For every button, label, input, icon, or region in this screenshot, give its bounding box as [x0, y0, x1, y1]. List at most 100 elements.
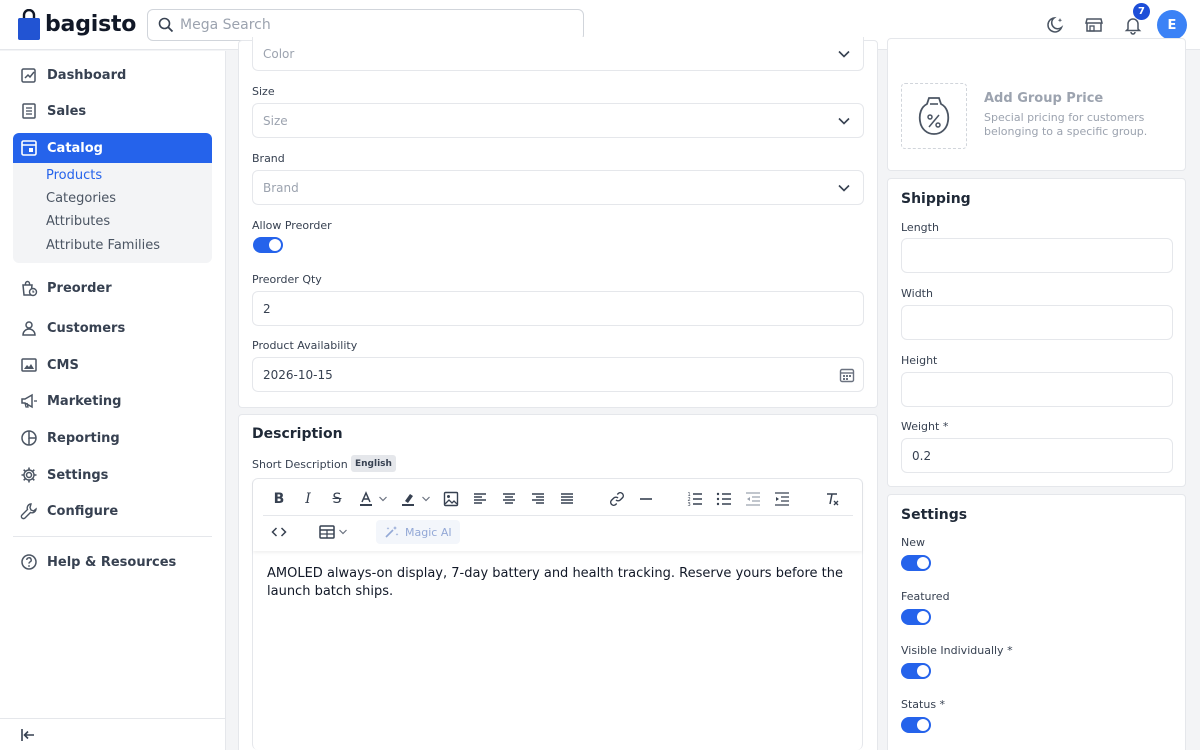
preorder-qty-input[interactable]: 2: [252, 291, 864, 326]
sidebar-item-customers[interactable]: Customers: [13, 313, 212, 343]
weight-input[interactable]: 0.2: [901, 438, 1173, 473]
text-color-icon[interactable]: [357, 490, 375, 508]
settings-icon: [19, 465, 39, 485]
short-description-content[interactable]: AMOLED always-on display, 7-day battery …: [267, 565, 853, 601]
sidebar-subitem-attribute-families[interactable]: Attribute Families: [46, 238, 160, 253]
user-avatar[interactable]: E: [1157, 10, 1187, 40]
sidebar-item-label: Dashboard: [47, 67, 127, 83]
magic-ai-button[interactable]: Magic AI: [376, 520, 460, 544]
align-right-icon[interactable]: [529, 490, 547, 508]
italic-icon[interactable]: I: [299, 490, 317, 508]
align-justify-icon[interactable]: [558, 490, 576, 508]
length-input[interactable]: [901, 238, 1173, 273]
align-center-icon[interactable]: [500, 490, 518, 508]
visible-individually-toggle[interactable]: [901, 663, 931, 679]
dark-mode-icon[interactable]: [1046, 15, 1066, 35]
indent-icon[interactable]: [773, 490, 791, 508]
product-attributes-card: [238, 40, 878, 408]
horizontal-rule-icon[interactable]: [637, 490, 655, 508]
sidebar-item-label: Help & Resources: [47, 554, 177, 570]
search-input[interactable]: [180, 17, 560, 33]
marketing-icon: [19, 391, 39, 411]
shopping-bag-icon: [18, 8, 40, 40]
chevron-down-icon[interactable]: [420, 490, 432, 508]
height-input[interactable]: [901, 372, 1173, 407]
strikethrough-icon[interactable]: S: [328, 490, 346, 508]
allow-preorder-toggle[interactable]: [253, 237, 283, 253]
sidebar-item-marketing[interactable]: Marketing: [13, 386, 212, 416]
magic-wand-icon: [385, 526, 399, 538]
magic-ai-label: Magic AI: [405, 525, 452, 539]
sidebar-subitem-attributes[interactable]: Attributes: [46, 214, 110, 229]
clear-formatting-icon[interactable]: [823, 490, 841, 508]
logo[interactable]: bagisto: [17, 8, 145, 41]
sidebar-subitem-categories[interactable]: Categories: [46, 191, 116, 206]
align-left-icon[interactable]: [471, 490, 489, 508]
group-price-placeholder: [901, 83, 967, 149]
product-availability-input[interactable]: 2026-10-15: [252, 357, 864, 392]
notification-badge: 7: [1133, 3, 1150, 20]
collapse-sidebar-icon[interactable]: [19, 726, 39, 746]
sidebar-item-label: Catalog: [47, 140, 103, 156]
brand-label: Brand: [252, 152, 285, 165]
sidebar-item-preorder[interactable]: Preorder: [13, 273, 212, 303]
chevron-down-icon[interactable]: [377, 490, 389, 508]
highlight-color-icon[interactable]: [399, 490, 417, 508]
status-label: Status *: [901, 698, 946, 711]
sidebar-item-help[interactable]: Help & Resources: [13, 547, 212, 577]
size-label: Size: [252, 85, 275, 98]
customers-icon: [19, 318, 39, 338]
preorder-qty-label: Preorder Qty: [252, 273, 322, 286]
color-select-value: Color: [263, 46, 295, 61]
featured-label: Featured: [901, 590, 950, 603]
sidebar-item-sales[interactable]: Sales: [13, 96, 212, 126]
numbered-list-icon[interactable]: 123: [686, 490, 704, 508]
brand-select-value: Brand: [263, 180, 299, 195]
allow-preorder-label: Allow Preorder: [252, 219, 332, 232]
sidebar-item-catalog[interactable]: Catalog: [13, 133, 212, 163]
chevron-down-icon: [838, 184, 850, 192]
chevron-down-icon[interactable]: [337, 523, 349, 541]
short-description-label: Short Description *: [252, 458, 357, 471]
reporting-icon: [19, 428, 39, 448]
sidebar-item-settings[interactable]: Settings: [13, 460, 212, 490]
image-icon[interactable]: [442, 490, 460, 508]
settings-title: Settings: [901, 507, 968, 523]
table-icon[interactable]: [318, 523, 336, 541]
bullet-list-icon[interactable]: [715, 490, 733, 508]
status-toggle[interactable]: [901, 717, 931, 733]
help-icon: [19, 552, 39, 572]
new-toggle[interactable]: [901, 555, 931, 571]
sidebar-item-label: Reporting: [47, 430, 120, 446]
sidebar-subitem-products[interactable]: Products: [46, 168, 102, 183]
sidebar-item-cms[interactable]: CMS: [13, 350, 212, 380]
svg-text:3: 3: [688, 502, 691, 507]
color-select[interactable]: Color: [252, 37, 864, 71]
sidebar-divider: [13, 536, 212, 537]
weight-label: Weight *: [901, 420, 949, 433]
bold-icon[interactable]: B: [270, 490, 288, 508]
storefront-icon[interactable]: [1084, 15, 1104, 35]
group-price-title[interactable]: Add Group Price: [984, 91, 1103, 106]
source-code-icon[interactable]: [270, 523, 288, 541]
width-input[interactable]: [901, 305, 1173, 340]
product-availability-value: 2026-10-15: [263, 367, 333, 382]
length-label: Length: [901, 221, 939, 234]
sidebar-item-label: Configure: [47, 503, 119, 519]
size-select-value: Size: [263, 113, 288, 128]
sidebar-item-reporting[interactable]: Reporting: [13, 423, 212, 453]
featured-toggle[interactable]: [901, 609, 931, 625]
sidebar-item-configure[interactable]: Configure: [13, 496, 212, 526]
preorder-icon: [19, 278, 39, 298]
search-icon: [158, 17, 174, 33]
language-badge: English: [351, 455, 396, 472]
brand-select[interactable]: Brand: [252, 170, 864, 205]
new-label: New: [901, 536, 925, 549]
size-select[interactable]: Size: [252, 103, 864, 138]
sidebar-item-dashboard[interactable]: Dashboard: [13, 60, 212, 90]
weight-value: 0.2: [912, 448, 932, 463]
sidebar-item-label: CMS: [47, 357, 79, 373]
calendar-icon[interactable]: [839, 367, 855, 383]
link-icon[interactable]: [608, 490, 626, 508]
outdent-icon[interactable]: [744, 490, 762, 508]
